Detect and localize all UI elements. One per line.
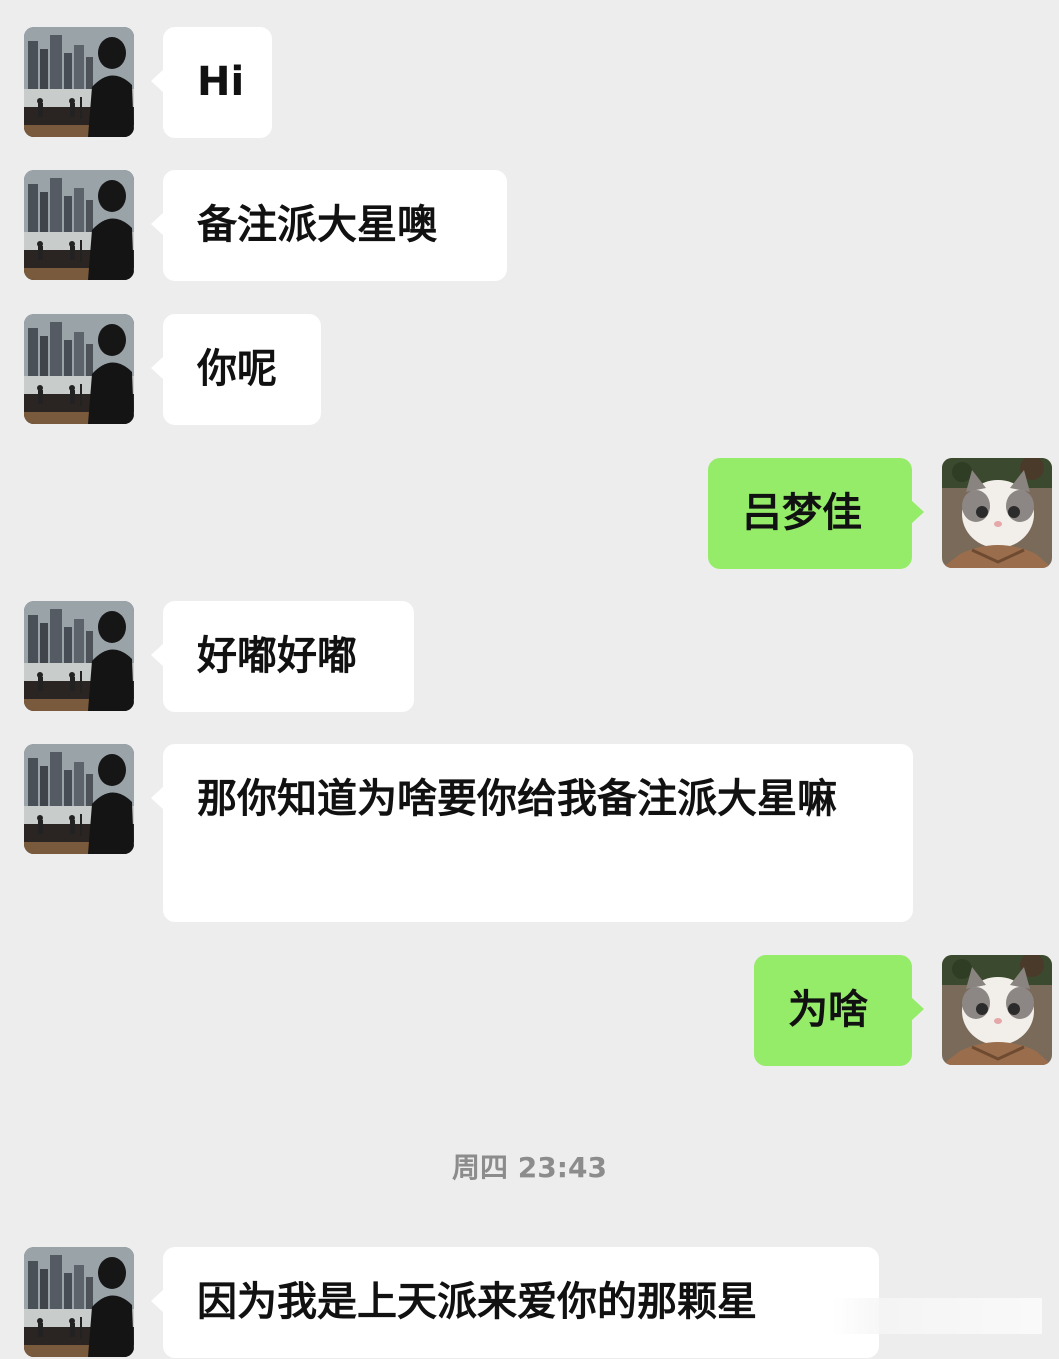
my-avatar[interactable] — [942, 458, 1052, 568]
contact-avatar[interactable] — [24, 27, 134, 137]
chat-window: Hi 备注派大星噢 你呢 吕梦佳 好嘟好嘟 那你知道为啥要你给我备注派大星嘛 为… — [0, 0, 1059, 1359]
timestamp: 周四 23:43 — [452, 1151, 607, 1184]
message-text: 因为我是上天派来爱你的那颗星 — [197, 1279, 757, 1325]
message-text: 你呢 — [197, 346, 277, 392]
contact-avatar[interactable] — [24, 601, 134, 711]
message-bubble-received[interactable]: 好嘟好嘟 — [151, 601, 414, 712]
message-text: 为啥 — [788, 987, 868, 1033]
message-bubble-sent[interactable]: 吕梦佳 — [708, 458, 924, 569]
message-text: Hi — [197, 59, 245, 105]
message-bubble-received[interactable]: Hi — [151, 27, 272, 138]
message-bubble-received[interactable]: 那你知道为啥要你给我备注派大星嘛 — [151, 744, 913, 922]
contact-avatar[interactable] — [24, 314, 134, 424]
message-bubble-received[interactable]: 你呢 — [151, 314, 321, 425]
message-text: 备注派大星噢 — [197, 202, 437, 248]
message-bubble-received[interactable]: 备注派大星噢 — [151, 170, 507, 281]
message-bubble-received[interactable]: 因为我是上天派来爱你的那颗星 — [151, 1247, 879, 1358]
contact-avatar[interactable] — [24, 744, 134, 854]
my-avatar[interactable] — [942, 955, 1052, 1065]
message-text: 那你知道为啥要你给我备注派大星嘛 — [197, 776, 837, 822]
contact-avatar[interactable] — [24, 1247, 134, 1357]
message-text: 吕梦佳 — [742, 490, 862, 536]
contact-avatar[interactable] — [24, 170, 134, 280]
watermark-overlay — [832, 1298, 1042, 1334]
message-bubble-sent[interactable]: 为啥 — [754, 955, 924, 1066]
message-text: 好嘟好嘟 — [197, 633, 357, 679]
